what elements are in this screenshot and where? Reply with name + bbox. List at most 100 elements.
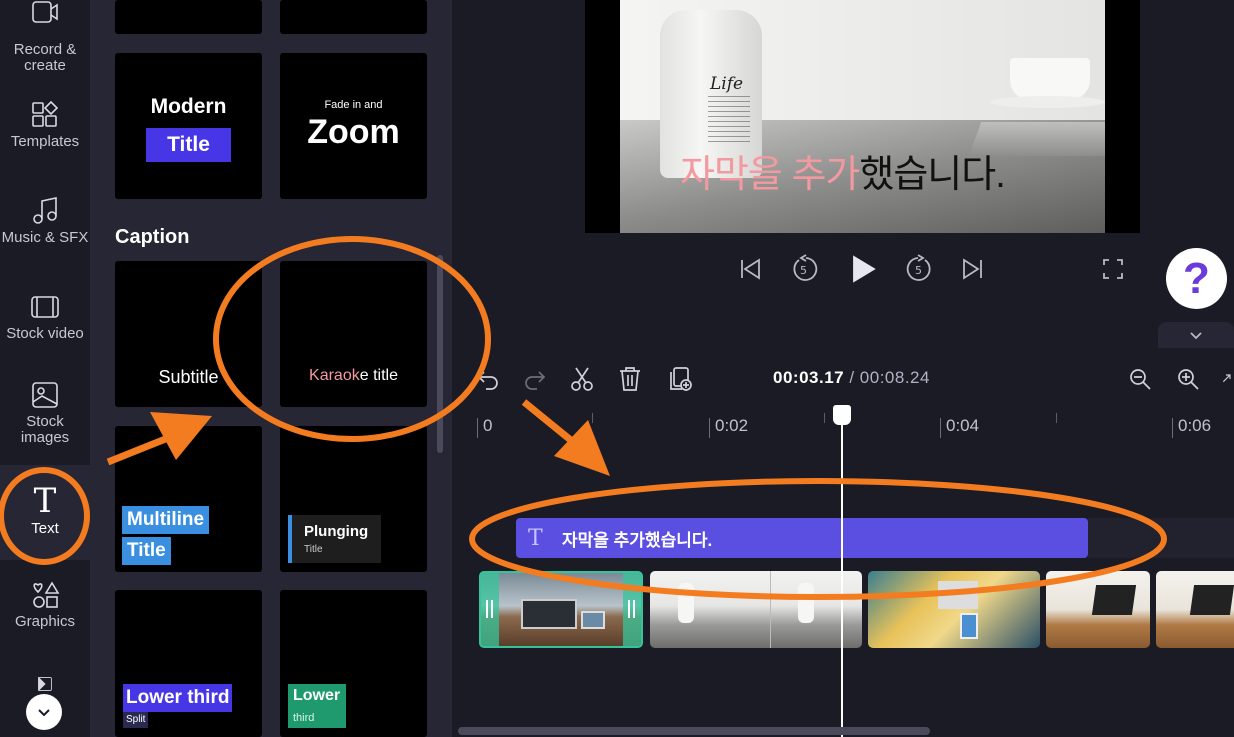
ruler-tick: [1172, 418, 1173, 438]
rail-label: Record & create: [13, 41, 77, 74]
ruler-label: 0: [483, 416, 493, 435]
redo-button[interactable]: [519, 365, 551, 393]
card-text-small: Split: [123, 712, 149, 728]
skip-forward-icon: [963, 258, 982, 280]
total-time: 00:08.24: [859, 368, 930, 387]
zoom-in-icon: [1178, 369, 1199, 390]
timeline-collapse-tab[interactable]: [1158, 322, 1234, 348]
rail-label: Music & SFX: [1, 229, 89, 246]
rail-item-graphics[interactable]: Graphics: [0, 580, 90, 660]
caption-rest: 했습니다.: [859, 154, 1005, 196]
card-text: Lower third: [123, 684, 233, 712]
help-button[interactable]: ?: [1166, 248, 1227, 309]
text-card-karaoke-title[interactable]: Karaoke title: [280, 261, 427, 407]
card-text: Lower: [288, 684, 346, 708]
video-clip[interactable]: [1046, 571, 1150, 648]
saucer: [990, 96, 1105, 108]
rail-item-music[interactable]: Music & SFX: [0, 196, 90, 276]
skip-back-button[interactable]: [734, 253, 766, 285]
clip-laptop-thumb: [521, 599, 577, 629]
skip-forward-button[interactable]: [957, 253, 989, 285]
clip-bottle-thumb: [798, 583, 814, 623]
split-button[interactable]: [566, 365, 598, 393]
clip-laptop-thumb: [938, 581, 978, 609]
text-card-zoom[interactable]: Fade in and Zoom: [280, 53, 427, 199]
fullscreen-icon: [1103, 259, 1123, 279]
ruler-tick: [477, 418, 478, 438]
time-separator: /: [844, 368, 860, 387]
music-icon: [33, 197, 57, 224]
rail-label: Graphics: [14, 613, 76, 630]
zoom-in-button[interactable]: [1172, 365, 1204, 393]
clip-laptop-thumb: [1189, 585, 1234, 615]
bottle-label-text: Life: [710, 74, 744, 94]
duplicate-button[interactable]: [664, 365, 696, 393]
rail-item-templates[interactable]: Templates: [0, 100, 90, 180]
chevron-down-icon: [1190, 332, 1202, 340]
timeline-scrollbar[interactable]: [458, 727, 930, 735]
playhead-handle[interactable]: [833, 405, 851, 425]
fullscreen-button[interactable]: [1097, 253, 1129, 285]
cup: [1010, 58, 1090, 100]
card-text: Karaoke title: [280, 367, 427, 385]
rail-item-stock-images[interactable]: Stock images: [0, 380, 90, 460]
card-text: Modern: [150, 95, 227, 118]
zoom-out-button[interactable]: [1124, 365, 1156, 393]
text-track-empty: [1088, 518, 1234, 558]
record-icon: [32, 1, 58, 23]
transition-icon: [38, 676, 52, 692]
playhead[interactable]: [841, 407, 843, 737]
text-card-lower-third[interactable]: Lower third: [280, 590, 427, 737]
card-text-small: Fade in and: [324, 99, 383, 111]
timecode-display: 00:03.17 / 00:08.24: [773, 368, 930, 388]
clip-phone-thumb: [960, 613, 978, 639]
text-card-partial-2[interactable]: [280, 0, 427, 34]
karaoke-highlight: Karaok: [309, 367, 360, 384]
card-text: Subtitle: [158, 367, 219, 387]
rail-item-record[interactable]: Record & create: [0, 0, 90, 88]
caption-preview-text[interactable]: 자막을 추가했습니다.: [680, 143, 1006, 198]
plunging-box: Plunging Title: [288, 515, 381, 563]
ruler-tick: [709, 418, 710, 438]
rail-item-stock-video[interactable]: Stock video: [0, 292, 90, 372]
text-clip[interactable]: T 자막을 추가했습니다.: [516, 518, 1088, 558]
undo-button[interactable]: [472, 365, 504, 393]
shapes-icon: [33, 581, 60, 608]
rail-item-text[interactable]: T Text: [0, 465, 90, 560]
card-text: Zoom: [307, 113, 400, 151]
card-text-small: Title: [304, 544, 323, 555]
templates-icon: [32, 100, 59, 127]
duplicate-icon: [670, 367, 692, 391]
text-card-modern-title[interactable]: Modern Title: [115, 53, 262, 199]
clip-handle-left[interactable]: [481, 573, 499, 646]
fit-timeline-button[interactable]: [1218, 365, 1234, 393]
film-icon: [31, 296, 59, 318]
delete-button[interactable]: [614, 365, 646, 393]
rail-expand-button[interactable]: [26, 694, 62, 730]
clip-handle-right[interactable]: [623, 573, 641, 646]
text-card-lower-third-split[interactable]: Lower third Split: [115, 590, 262, 737]
video-clip[interactable]: [650, 571, 862, 648]
card-text: Title: [122, 537, 171, 565]
text-card-partial-1[interactable]: [115, 0, 262, 34]
video-clip[interactable]: [1156, 571, 1234, 648]
card-text-small: third: [288, 708, 346, 728]
rewind-5-button[interactable]: 5: [789, 253, 821, 285]
karaoke-rest: e title: [359, 367, 398, 384]
library-scrollbar[interactable]: [437, 255, 443, 453]
rail-label: Stock video: [6, 325, 84, 342]
card-text: Plunging: [304, 523, 369, 540]
clip-laptop-thumb: [1091, 585, 1137, 615]
text-card-plunging[interactable]: Plunging Title: [280, 426, 427, 572]
video-clip-selected[interactable]: [479, 571, 643, 648]
forward-5-button[interactable]: 5: [903, 253, 935, 285]
text-card-multiline-title[interactable]: Multiline Title: [115, 426, 262, 572]
svg-text:5: 5: [800, 264, 807, 277]
zoom-out-icon: [1130, 369, 1151, 390]
video-preview[interactable]: Life: [585, 0, 1140, 233]
redo-icon: [525, 371, 546, 390]
rail-item-more[interactable]: [0, 676, 90, 696]
video-clip[interactable]: [868, 571, 1040, 648]
text-card-subtitle[interactable]: Subtitle: [115, 261, 262, 407]
play-button[interactable]: [846, 253, 878, 285]
